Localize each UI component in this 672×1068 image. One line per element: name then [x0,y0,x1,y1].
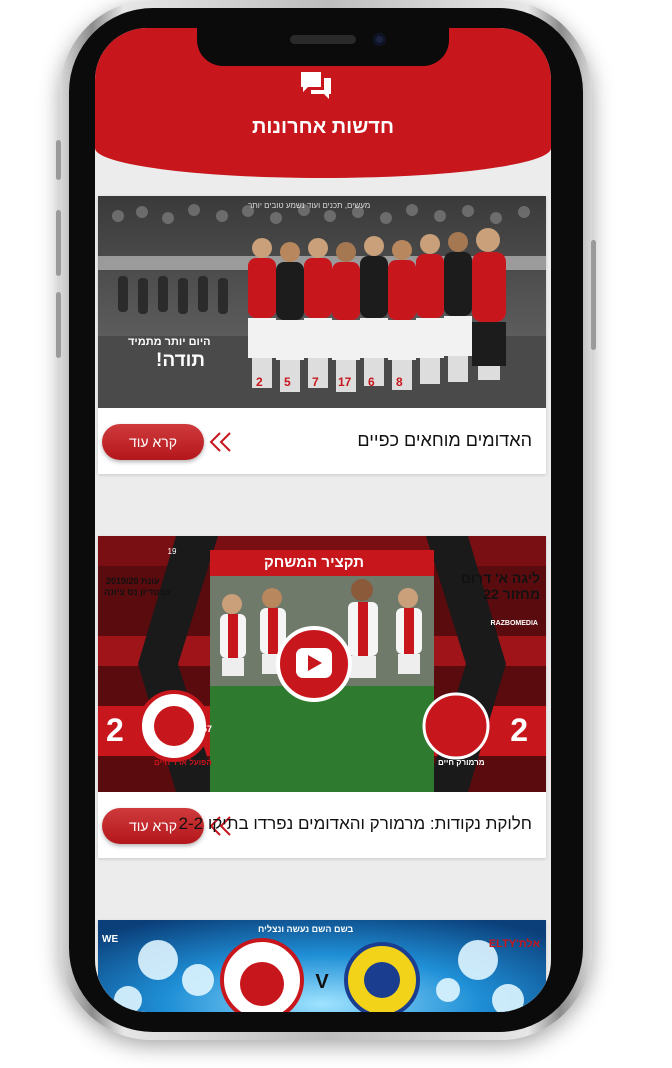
news-card-image[interactable]: 2 5 7 17 6 8 מעשים, תכנים ועוד נשמע טובי… [98,196,546,408]
away-team-crest [422,692,490,760]
news-card-title[interactable]: האדומים מוחאים כפיים [357,430,532,451]
app-screen: חדשות אחרונות 2 5 7 17 6 8 מעשים, תכנים … [95,28,551,1012]
news-card-title[interactable]: חלוקת נקודות: מרמורק והאדומים נפרדו בתיק… [179,814,532,834]
news-card[interactable]: 19 57 תקציר המשחק ליגה א' דרום מחזור 22 … [98,536,546,858]
side-text: WE [102,934,119,945]
double-chevron-left-icon [209,432,231,452]
home-team-name: הפועל ארד חיים [154,758,212,767]
news-card-image[interactable]: V בשם השם נעשה ונצליח אלת'ELTY WE [98,920,546,1012]
crest-year-left: 19 [168,547,177,556]
news-card-footer: קרא עוד חלוקת נקודות: מרמורק והאדומים נפ… [98,794,546,858]
team-photo: 2 5 7 17 6 8 [98,196,546,408]
versus-label: V [315,971,329,993]
power-button [591,240,596,350]
volume-down-button [56,292,61,358]
notch [197,24,449,66]
image-slogan-line1: היום יותר מתמיד [128,336,211,348]
sponsor-logo: אלת'ELTY [488,938,540,950]
news-card[interactable]: 2 5 7 17 6 8 מעשים, תכנים ועוד נשמע טובי… [98,196,546,474]
front-camera [373,33,386,46]
chat-bubbles-icon [301,72,331,99]
season-label: עונת 2019/20 [106,576,160,586]
league-name: ליגה א' דרום [460,570,540,586]
jersey-number: 7 [312,375,319,389]
jersey-number: 2 [256,375,263,389]
image-caption: בשם השם נעשה ונצליח [258,924,354,934]
jersey-number: 6 [368,375,375,389]
match-summary-header: תקציר המשחק [264,554,365,571]
jersey-number: 8 [396,375,403,389]
stadium-label: אצטדיון נס ציונה [104,587,172,597]
away-score: 2 [510,712,528,748]
news-card[interactable]: V בשם השם נעשה ונצליח אלת'ELTY WE [98,920,546,1012]
image-slogan-line2: תודה! [156,350,206,371]
jersey-number: 5 [284,375,291,389]
news-card-footer: קרא עוד האדומים מוחאים כפיים [98,410,546,474]
news-card-image[interactable]: 19 57 תקציר המשחק ליגה א' דרום מחזור 22 … [98,536,546,792]
home-score: 2 [106,712,124,748]
away-team-name: מרמורק חיים [438,758,485,767]
watermark: RAZBOMEDIA [490,620,538,627]
crest-year-right: 57 [202,724,212,734]
image-banner-text: מעשים, תכנים ועוד נשמע טובים יותר [248,201,371,210]
mute-switch [56,140,61,180]
volume-up-button [56,210,61,276]
page-title: חדשות אחרונות [252,116,394,138]
earpiece-speaker [290,35,356,44]
round-number: מחזור 22 [483,586,540,602]
read-more-button[interactable]: קרא עוד [102,424,204,460]
jersey-number: 17 [338,375,352,389]
